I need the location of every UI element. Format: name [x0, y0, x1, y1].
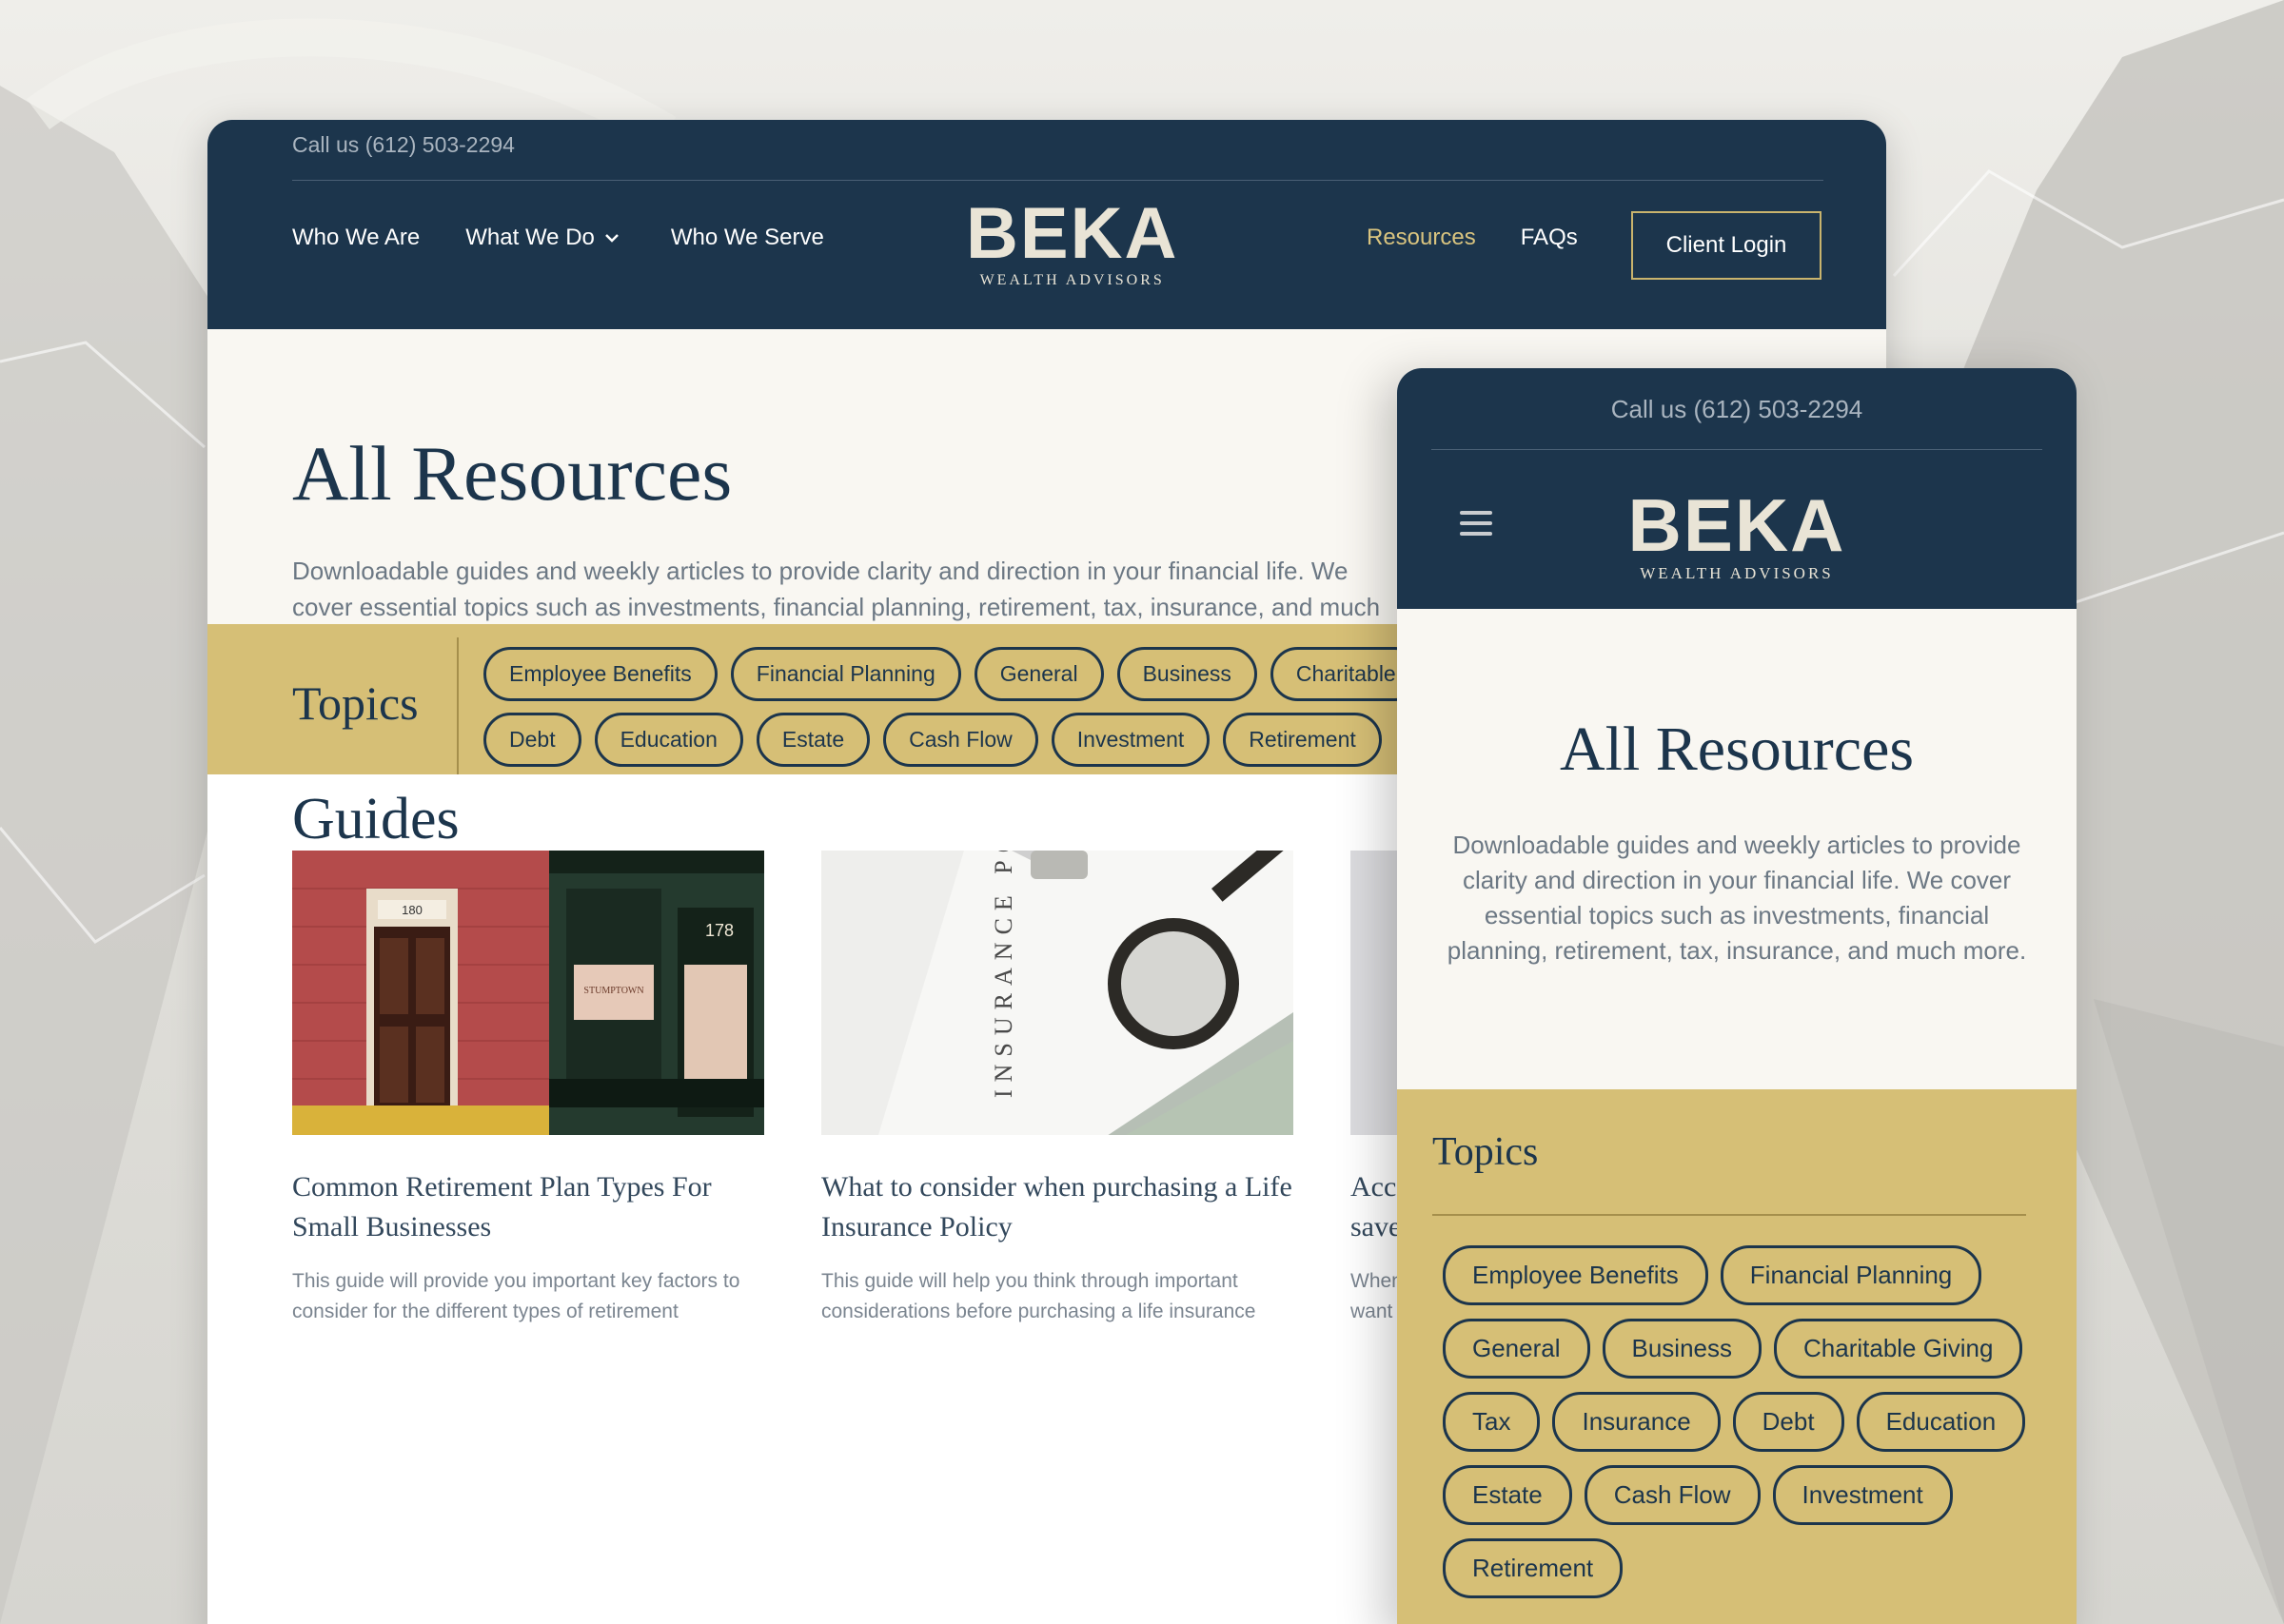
chevron-down-icon: [605, 234, 619, 243]
page-description: Downloadable guides and weekly articles …: [1447, 831, 2027, 965]
topic-pill-business[interactable]: Business: [1602, 1319, 1762, 1379]
page-title: All Resources: [1559, 714, 1915, 784]
topic-pill-investment[interactable]: Investment: [1051, 713, 1211, 767]
nav-what-we-do-label: What We Do: [465, 225, 595, 250]
topic-pill-financial-planning[interactable]: Financial Planning: [1720, 1245, 1982, 1305]
topic-pill-education[interactable]: Education: [1856, 1392, 2026, 1452]
logo-mark: BEKA: [966, 193, 1179, 274]
topic-pill-employee-benefits[interactable]: Employee Benefits: [1443, 1245, 1708, 1305]
nav-who-we-are[interactable]: Who We Are: [292, 225, 420, 251]
beka-logo[interactable]: BEKA WEALTH ADVISORS: [1397, 488, 2077, 583]
desktop-header: Call us (612) 503-2294 Who We Are What W…: [207, 120, 1886, 329]
topic-pill-debt[interactable]: Debt: [483, 713, 581, 767]
guide-title[interactable]: Common Retirement Plan Types For Small B…: [292, 1167, 764, 1247]
guide-title[interactable]: What to consider when purchasing a Life …: [821, 1167, 1293, 1247]
header-divider: [1431, 449, 2042, 450]
guide-excerpt: This guide will help you think through i…: [821, 1270, 1256, 1322]
mobile-header: Call us (612) 503-2294 BEKA WEALTH ADVIS…: [1397, 368, 2077, 609]
phone-number[interactable]: Call us (612) 503-2294: [292, 132, 515, 158]
shop-number-text: 178: [705, 921, 734, 940]
mobile-hero: All Resources Downloadable guides and we…: [1397, 609, 2077, 1089]
topic-pill-debt[interactable]: Debt: [1732, 1392, 1844, 1452]
beka-logo[interactable]: BEKA WEALTH ADVISORS: [966, 198, 1178, 289]
policy-document-text: INSURANCE POLICY: [990, 851, 1017, 1098]
topic-pill-list: Employee Benefits Financial Planning Gen…: [1443, 1245, 2042, 1612]
guide-image-storefront: 180 STUMPTOWN 178: [292, 851, 764, 1135]
topics-label: Topics: [292, 676, 419, 730]
page-title: All Resources: [292, 430, 733, 517]
topic-pill-cash-flow[interactable]: Cash Flow: [1584, 1465, 1761, 1525]
nav-who-we-serve[interactable]: Who We Serve: [671, 225, 824, 251]
main-nav-right: Resources FAQs: [1367, 225, 1578, 251]
client-login-button[interactable]: Client Login: [1631, 211, 1821, 280]
guide-card[interactable]: 180 STUMPTOWN 178 Common Retirement Plan…: [292, 851, 764, 1327]
logo-subtitle: WEALTH ADVISORS: [979, 272, 1165, 288]
shop-sign-text: STUMPTOWN: [583, 986, 643, 996]
header-divider: [292, 180, 1823, 181]
topic-pill-financial-planning[interactable]: Financial Planning: [730, 647, 961, 701]
topics-divider: [457, 637, 459, 778]
guides-heading: Guides: [292, 787, 460, 851]
guide-card[interactable]: INSURANCE POLICY What to consider when p…: [821, 851, 1293, 1327]
phone-number[interactable]: Call us (612) 503-2294: [1397, 395, 2077, 424]
topics-label: Topics: [1432, 1130, 1539, 1174]
topic-pill-investment[interactable]: Investment: [1772, 1465, 1953, 1525]
topic-pill-insurance[interactable]: Insurance: [1552, 1392, 1721, 1452]
nav-what-we-do[interactable]: What We Do: [465, 225, 620, 251]
mobile-frame: Call us (612) 503-2294 BEKA WEALTH ADVIS…: [1397, 368, 2077, 1624]
topics-divider: [1432, 1214, 2026, 1216]
logo-mark: BEKA: [1627, 483, 1846, 567]
topic-pill-general[interactable]: General: [1443, 1319, 1590, 1379]
topic-pill-business[interactable]: Business: [1116, 647, 1257, 701]
logo-subtitle: WEALTH ADVISORS: [1640, 564, 1834, 582]
topic-pill-cash-flow[interactable]: Cash Flow: [883, 713, 1038, 767]
door-number-text: 180: [402, 903, 423, 917]
nav-faqs[interactable]: FAQs: [1521, 225, 1578, 251]
topic-pill-general[interactable]: General: [974, 647, 1104, 701]
topic-pill-tax[interactable]: Tax: [1443, 1392, 1541, 1452]
topic-pill-retirement[interactable]: Retirement: [1443, 1538, 1624, 1598]
topic-pill-retirement[interactable]: Retirement: [1223, 713, 1382, 767]
main-nav-left: Who We Are What We Do Who We Serve: [292, 225, 824, 251]
topic-pill-employee-benefits[interactable]: Employee Benefits: [483, 647, 718, 701]
guide-image-insurance-policy: INSURANCE POLICY: [821, 851, 1293, 1135]
topic-pill-education[interactable]: Education: [594, 713, 743, 767]
mobile-topics-section: Topics Employee Benefits Financial Plann…: [1397, 1089, 2077, 1624]
guide-excerpt: This guide will provide you important ke…: [292, 1270, 740, 1322]
topic-pill-estate[interactable]: Estate: [1443, 1465, 1572, 1525]
topic-pill-estate[interactable]: Estate: [756, 713, 871, 767]
nav-resources[interactable]: Resources: [1367, 225, 1476, 251]
topic-pill-charitable-giving[interactable]: Charitable Giving: [1774, 1319, 2023, 1379]
